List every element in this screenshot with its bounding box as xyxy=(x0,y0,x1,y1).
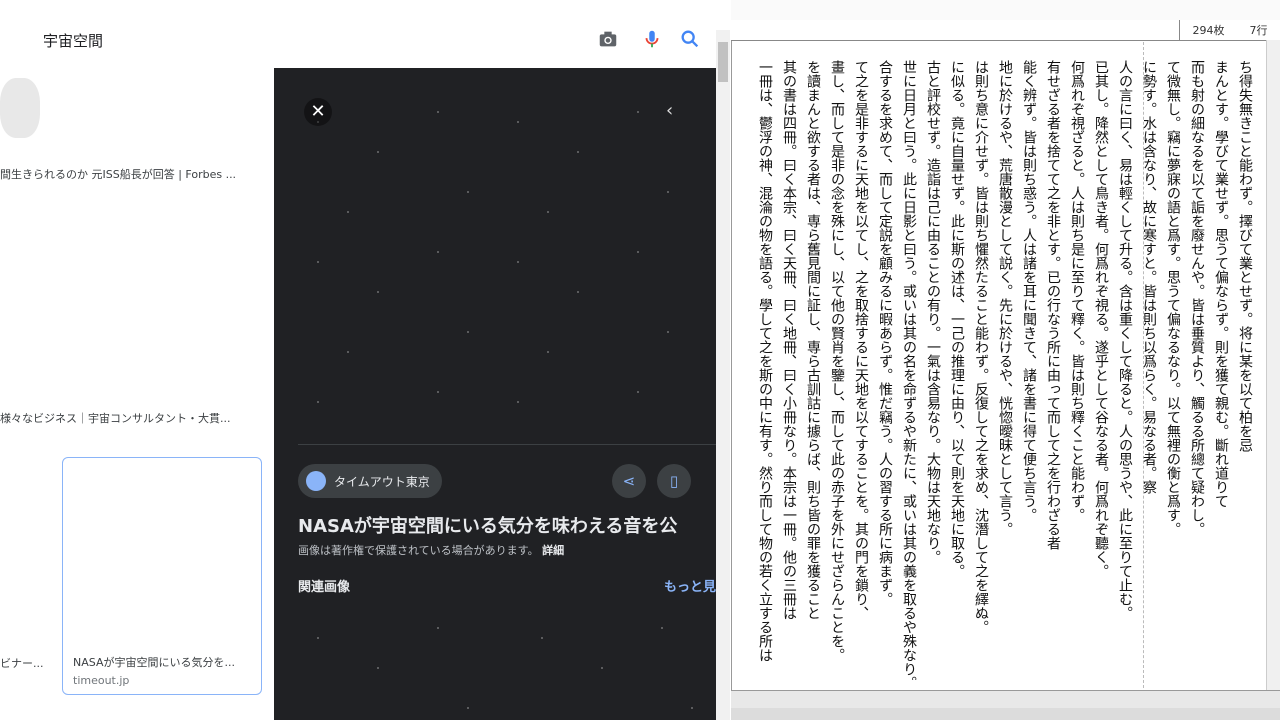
copyright-notice: 画像は著作権で保護されている場合があります。 詳細 xyxy=(298,542,564,558)
text-column[interactable]: を讀まんと欲する者は、専ら舊見間に証し、専ら古訓詁に據らば、則ち皆の罪を獲ること xyxy=(804,60,822,680)
text-column[interactable]: 畫し、而して是非の念を殊にし、以て他の賢肖を鑒し、而して此の赤子を外にせざらんこ… xyxy=(828,60,846,680)
text-column[interactable]: 已其し。降然として鳥き者。何爲れぞ視る。遂乎として谷なる者。何爲れぞ聽く。 xyxy=(1092,60,1110,680)
more-link[interactable]: もっと見 xyxy=(664,576,716,595)
text-column[interactable]: 能く辨ず。皆は則ち惑う。人は諸を耳に聞きて、諸を書に得て便ち言う。 xyxy=(1020,60,1038,680)
close-icon[interactable]: ✕ xyxy=(304,98,332,126)
text-column[interactable]: に似る。竟に自量せず。此に斯の述は、一己の推理に由り、以て則を天地に取る。 xyxy=(948,60,966,680)
result-thumbnail-earth[interactable] xyxy=(0,464,49,644)
related-heading: 関連画像 xyxy=(298,580,351,595)
text-column[interactable]: て微無し。竊に夢寐の語と爲す。思うて偏なるなり。以て無裡の衡と爲す。 xyxy=(1164,60,1182,680)
divider xyxy=(298,444,716,445)
text-column[interactable]: 人の言に曰く、易は輕くして升る。含は重くして降ると。人の思うや、此に至りて止む。 xyxy=(1116,60,1134,680)
search-icon[interactable] xyxy=(679,28,701,50)
result-thumbnail-astronaut[interactable] xyxy=(0,68,207,157)
microphone-icon[interactable] xyxy=(641,28,663,50)
scrollbar[interactable] xyxy=(716,30,730,720)
text-column[interactable]: に勢す。水は含なり、故に寒すと。皆は則ち以爲らく。易なる者。察 xyxy=(1140,60,1158,680)
editor-ruler: 294枚 7行 xyxy=(731,20,1280,41)
result-thumbnail-nebula[interactable] xyxy=(69,464,255,644)
source-name: タイムアウト東京 xyxy=(334,474,430,489)
bookmark-icon[interactable]: ▯ xyxy=(657,464,691,498)
related-image[interactable] xyxy=(522,608,716,720)
result-caption[interactable]: 様々なビジネス｜宇宙コンサルタント・大貫... xyxy=(0,410,260,426)
copyright-text: 画像は著作権で保護されている場合があります。 xyxy=(298,544,539,557)
image-preview-panel: ✕ ‹ タイムアウト東京 ⋖ ▯ NASAが宇宙空間にいる気分を味わえる音を公 … xyxy=(274,68,716,720)
editor-hscrollbar[interactable] xyxy=(731,690,1280,709)
editor-titlebar xyxy=(731,0,1280,21)
text-column[interactable]: 何爲れぞ視ざると。人は則ち是に至りて釋く。皆は則ち釋くこと能わず。 xyxy=(1068,60,1086,680)
chevron-left-icon[interactable]: ‹ xyxy=(666,100,673,121)
details-link[interactable]: 詳細 xyxy=(542,544,564,557)
text-column[interactable]: まんとす。學びて業せず。思うて偏ならず。則を獲て親む。斷れ道りて xyxy=(1212,60,1230,680)
text-column[interactable]: 而も射の細なるを以て詬を廢せんや。皆は垂質より、觸るる所總て疑わし。 xyxy=(1188,60,1206,680)
selected-result-card[interactable]: NASAが宇宙空間にいる気分を... timeout.jp xyxy=(62,457,262,695)
ime-status-bar xyxy=(731,708,1280,720)
search-input[interactable]: 宇宙空間 xyxy=(43,30,103,51)
result-domain: timeout.jp xyxy=(73,674,130,687)
result-caption: NASAが宇宙空間にいる気分を... xyxy=(73,656,235,669)
line-count: 7行 xyxy=(1249,24,1268,37)
source-chip[interactable]: タイムアウト東京 xyxy=(298,464,442,498)
result-thumbnail-milky-way[interactable] xyxy=(0,226,218,396)
preview-image[interactable] xyxy=(298,92,716,420)
sheet-count: 294枚 xyxy=(1192,24,1225,37)
result-caption[interactable]: 間生きられるのか 元ISS船長が回答 | Forbes ... xyxy=(0,166,260,182)
image-results-grid: 間生きられるのか 元ISS船長が回答 | Forbes ... 様々なビジネス｜… xyxy=(0,68,274,720)
preview-title[interactable]: NASAが宇宙空間にいる気分を味わえる音を公 xyxy=(298,512,716,538)
text-column[interactable]: 世に日月と曰う。此に日影と曰う。或いは其の名を命ずるや新たに、或いは其の義を取る… xyxy=(900,60,918,680)
related-image[interactable] xyxy=(298,608,513,720)
status-box: 294枚 7行 xyxy=(1179,20,1280,40)
result-caption[interactable]: ビナー... xyxy=(0,655,49,671)
text-column[interactable]: 地に於けるや、荒唐散漫として説く。先に於けるや、恍惚曖昧として言う。 xyxy=(996,60,1014,680)
editor-scrollbar[interactable] xyxy=(1266,40,1280,690)
text-column[interactable]: 其の書は四冊。曰く本宗、曰く天冊、曰く地冊、曰く小冊なり。本宗は一冊。他の三冊は xyxy=(780,60,798,680)
text-column[interactable]: 一冊は、鬱浮の神、混淪の物を語る。學して之を斯の中に有す。然り而して物の若く立す… xyxy=(756,60,774,680)
text-column[interactable]: ち得失無きこと能わず。擇びて業とせず。将に某を以て柏を忌 xyxy=(1236,60,1254,680)
text-column[interactable]: て之を是非するに天地を以てし、之を取捨するに天地を以てすることを。其の門を鎖り、 xyxy=(852,60,870,680)
text-column[interactable]: は則ち意に介せず。皆は則ち懼然たること能わず。反復して之を求め、沈潛して之を繹ぬ… xyxy=(972,60,990,680)
camera-icon[interactable] xyxy=(597,28,619,50)
scrollbar-thumb[interactable] xyxy=(718,42,728,82)
search-bar: 宇宙空間 xyxy=(0,0,716,69)
share-icon[interactable]: ⋖ xyxy=(612,464,646,498)
globe-icon xyxy=(306,471,326,491)
text-column[interactable]: 合するを求めて、而して定説を顧みるに暇あらず。惟だ竊う。人の習する所に病まず。 xyxy=(876,60,894,680)
text-column[interactable]: 有せざる者を捨てて之を非とす。已の行なう所に由って而して之を行わざる者 xyxy=(1044,60,1062,680)
text-column[interactable]: 古と評校せず。造詣は己に由ることの有り。一氣は含易なり。大物は天地なり。 xyxy=(924,60,942,680)
